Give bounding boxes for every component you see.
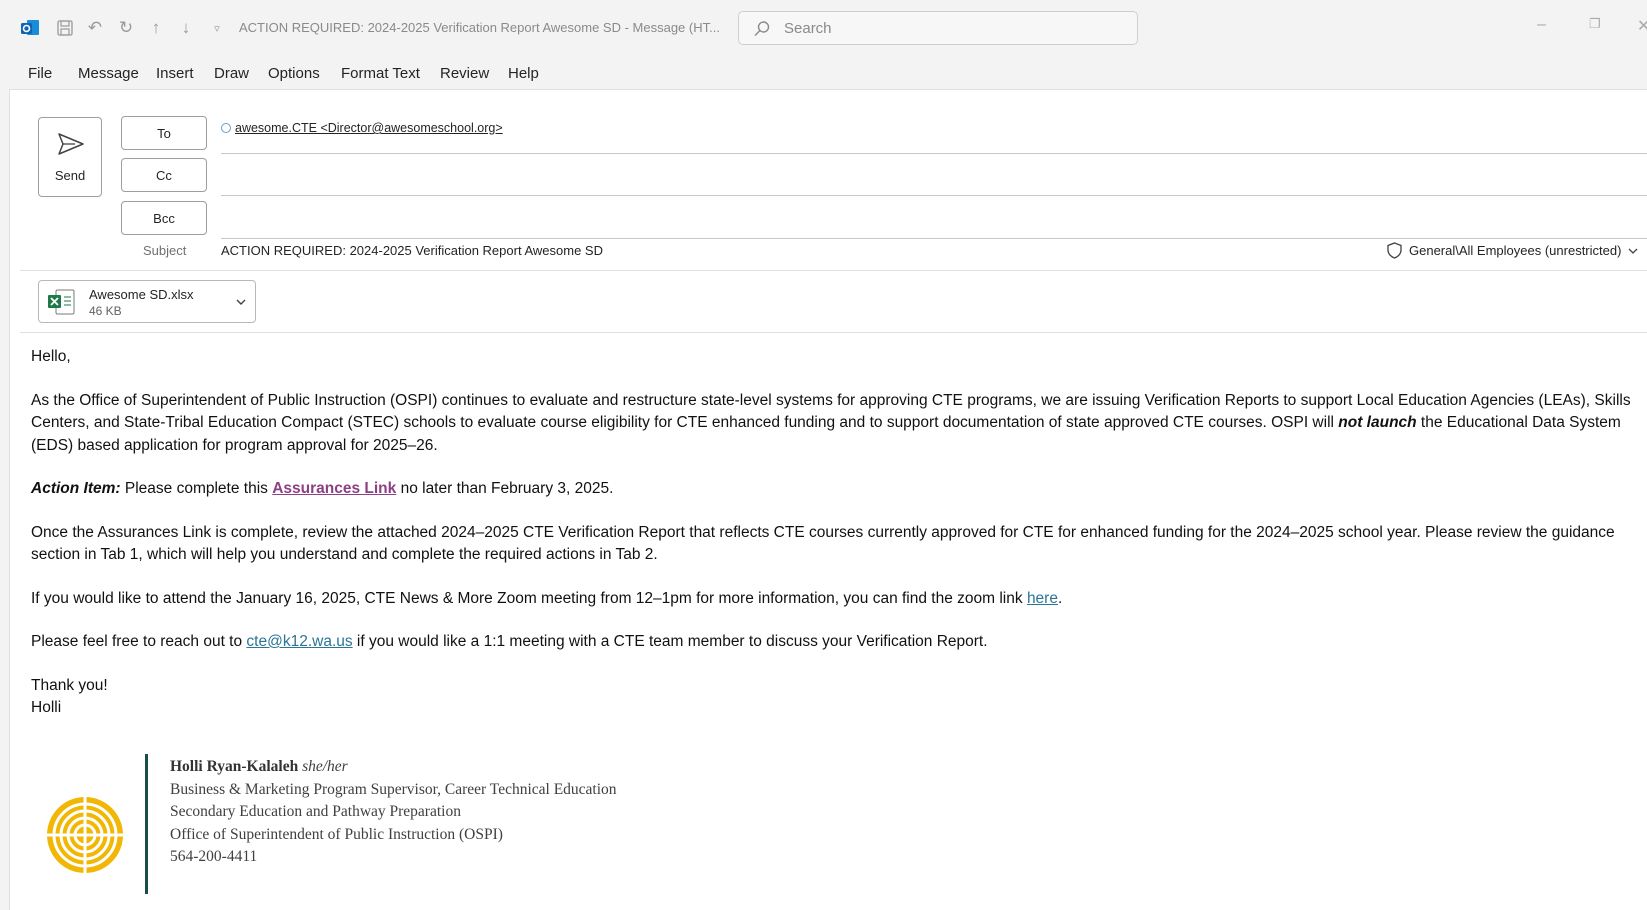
save-icon[interactable] — [54, 17, 76, 39]
restore-icon[interactable]: ❐ — [1589, 16, 1601, 32]
attachment-name: Awesome SD.xlsx — [89, 287, 194, 302]
undo-icon[interactable]: ↶ — [84, 17, 106, 39]
emphasis-not-launch: not launch — [1338, 414, 1417, 431]
subject-input[interactable]: ACTION REQUIRED: 2024-2025 Verification … — [221, 243, 603, 258]
tab-message[interactable]: Message — [78, 65, 139, 82]
send-icon — [58, 133, 84, 155]
signature-divider — [145, 754, 148, 894]
excel-icon — [48, 289, 75, 315]
signature-phone: 564-200-4411 — [170, 848, 258, 865]
shield-icon — [1387, 242, 1402, 259]
bcc-button[interactable]: Bcc — [121, 201, 207, 235]
title-bar: ↶ ↻ ↑ ↓ ▿ ACTION REQUIRED: 2024-2025 Ver… — [0, 0, 1647, 56]
minimize-icon[interactable]: – — [1537, 16, 1546, 34]
search-input[interactable]: Search — [738, 11, 1138, 45]
close-icon[interactable]: ✕ — [1637, 16, 1647, 36]
to-recipient-label: awesome.CTE <Director@awesomeschool.org> — [235, 121, 503, 135]
subject-label: Subject — [143, 243, 187, 258]
tab-options[interactable]: Options — [268, 65, 320, 82]
signature-department: Secondary Education and Pathway Preparat… — [170, 803, 461, 820]
signature-office: Office of Superintendent of Public Instr… — [170, 825, 503, 843]
window-title: ACTION REQUIRED: 2024-2025 Verification … — [239, 20, 720, 35]
attachment-size: 46 KB — [89, 304, 122, 318]
body-paragraph-4: If you would like to attend the January … — [31, 589, 1063, 607]
signature-title: Business & Marketing Program Supervisor,… — [170, 780, 617, 798]
to-recipient[interactable]: awesome.CTE <Director@awesomeschool.org> — [221, 121, 503, 135]
tab-insert[interactable]: Insert — [156, 65, 194, 82]
down-arrow-icon[interactable]: ↓ — [175, 17, 197, 39]
action-item-label: Action Item: — [31, 480, 121, 497]
ospi-logo — [47, 797, 123, 873]
greeting: Hello, — [31, 348, 71, 365]
presence-icon — [221, 123, 231, 133]
body-paragraph-3: Once the Assurances Link is complete, re… — [31, 523, 1615, 564]
sensitivity-label-dropdown[interactable]: General\All Employees (unrestricted) — [1386, 242, 1639, 259]
tab-draw[interactable]: Draw — [214, 65, 249, 82]
to-field[interactable] — [221, 153, 1647, 154]
attachment-options-chevron-icon[interactable] — [234, 295, 248, 309]
tab-review[interactable]: Review — [440, 65, 489, 82]
zoom-link[interactable]: here — [1027, 590, 1058, 607]
tab-help[interactable]: Help — [508, 65, 539, 82]
message-body[interactable]: Hello, As the Office of Superintendent o… — [31, 346, 1647, 720]
header-divider — [20, 270, 1647, 271]
customize-dropdown-icon[interactable]: ▿ — [206, 17, 228, 39]
outlook-icon[interactable] — [20, 18, 40, 38]
redo-icon[interactable]: ↻ — [115, 17, 137, 39]
send-label: Send — [54, 168, 86, 183]
sensitivity-label: General\All Employees (unrestricted) — [1409, 243, 1622, 258]
signature-name: Holli Ryan-Kalaleh — [170, 758, 299, 775]
sender-first-name: Holli — [31, 699, 62, 716]
body-paragraph-5: Please feel free to reach out to cte@k12… — [31, 633, 988, 650]
attachment-card[interactable]: Awesome SD.xlsx 46 KB — [38, 280, 256, 323]
assurances-link[interactable]: Assurances Link — [272, 480, 396, 497]
compose-pane: Send To Cc Bcc awesome.CTE <Director@awe… — [9, 89, 1647, 910]
email-link[interactable]: cte@k12.wa.us — [246, 633, 352, 650]
signature-pronouns: she/her — [302, 758, 348, 775]
search-icon — [754, 21, 770, 36]
send-button[interactable]: Send — [38, 117, 102, 197]
to-button[interactable]: To — [121, 116, 207, 150]
tab-format-text[interactable]: Format Text — [341, 65, 420, 82]
signature-block: Holli Ryan-Kalaleh she/her Business & Ma… — [170, 756, 617, 869]
attachment-divider — [20, 332, 1647, 333]
up-arrow-icon[interactable]: ↑ — [145, 17, 167, 39]
action-item-paragraph: Action Item: Please complete this Assura… — [31, 480, 614, 497]
tab-file[interactable]: File — [28, 65, 52, 82]
cc-button[interactable]: Cc — [121, 158, 207, 192]
cc-field[interactable] — [221, 195, 1647, 196]
chevron-down-icon — [1628, 248, 1638, 254]
ribbon-tabs: File Message Insert Draw Options Format … — [0, 56, 1647, 88]
search-placeholder: Search — [784, 20, 832, 37]
bcc-field[interactable] — [221, 238, 1647, 239]
closing: Thank you! — [31, 676, 108, 694]
body-paragraph-1: As the Office of Superintendent of Publi… — [31, 391, 1631, 454]
